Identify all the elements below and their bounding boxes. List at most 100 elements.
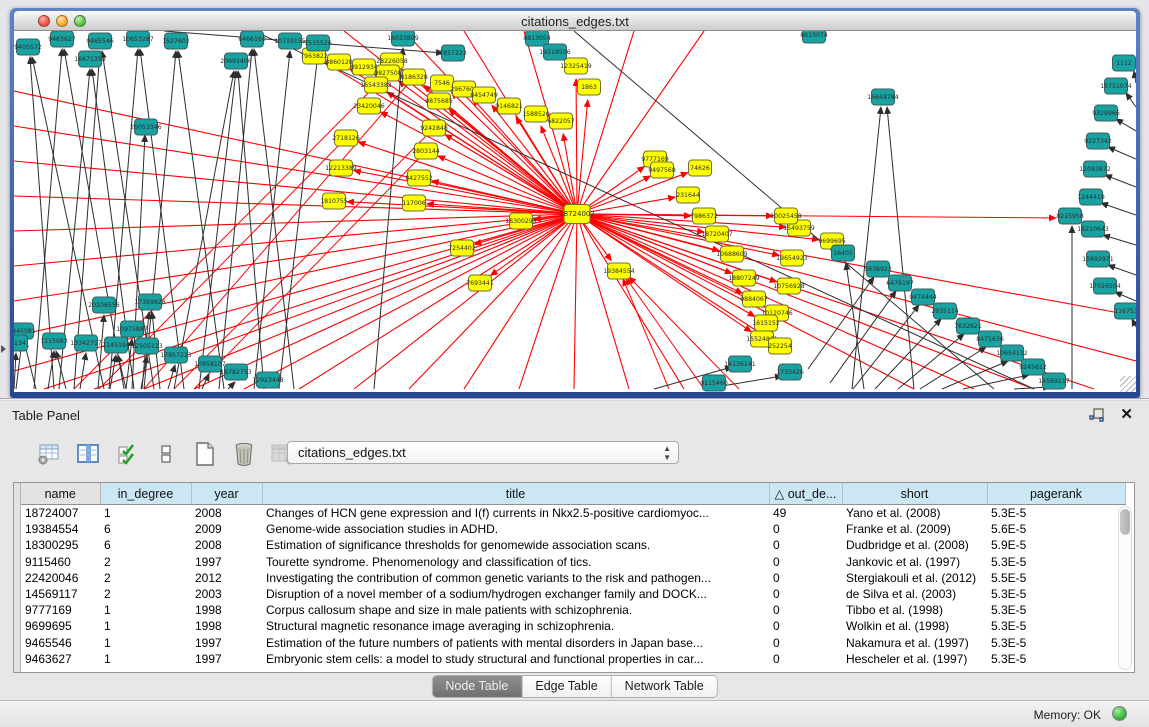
network-edge[interactable] — [1108, 147, 1136, 159]
cell-out_de[interactable]: 0 — [769, 651, 842, 667]
table-row[interactable]: 946554611997Estimation of the future num… — [21, 635, 1125, 651]
cell-pagerank[interactable]: 5.3E-5 — [987, 602, 1125, 618]
cell-name[interactable]: 9115460 — [21, 554, 100, 570]
network-edge[interactable] — [1101, 203, 1136, 215]
tab-edge-table[interactable]: Edge Table — [522, 676, 611, 697]
network-edge[interactable] — [202, 374, 209, 389]
cell-short[interactable]: Hescheler et al. (1997) — [842, 651, 987, 667]
cell-in_degree[interactable]: 6 — [100, 521, 191, 537]
table-row[interactable]: 1830029562008Estimation of significance … — [21, 537, 1125, 553]
column-header-pagerank[interactable]: pagerank — [987, 483, 1125, 505]
network-edge[interactable] — [14, 91, 577, 214]
network-edge[interactable] — [576, 79, 577, 214]
cell-year[interactable]: 1997 — [191, 635, 262, 651]
network-edge[interactable] — [228, 382, 235, 389]
cell-in_degree[interactable]: 2 — [100, 554, 191, 570]
cell-title[interactable]: Estimation of the future numbers of pati… — [262, 635, 769, 651]
cell-short[interactable]: Tibbo et al. (1998) — [842, 602, 987, 618]
cell-in_degree[interactable]: 1 — [100, 635, 191, 651]
network-edge[interactable] — [14, 214, 577, 336]
cell-name[interactable]: 18724007 — [21, 505, 100, 522]
cell-out_de[interactable]: 0 — [769, 602, 842, 618]
cell-name[interactable]: 14569117 — [21, 586, 100, 602]
cell-pagerank[interactable]: 5.9E-5 — [987, 537, 1125, 553]
cell-short[interactable]: Wolkin et al. (1998) — [842, 618, 987, 634]
cell-in_degree[interactable]: 1 — [100, 651, 191, 667]
table-row[interactable]: 946362711997Embryonic stem cells: a mode… — [21, 651, 1125, 667]
table-scrollbar[interactable] — [1118, 506, 1132, 670]
network-edge[interactable] — [626, 278, 704, 389]
cell-short[interactable]: Yano et al. (2008) — [842, 505, 987, 522]
cell-name[interactable]: 19384554 — [21, 521, 100, 537]
network-edge[interactable] — [1132, 319, 1136, 327]
panel-collapse-arrow-icon[interactable] — [1, 345, 6, 353]
cell-year[interactable]: 2009 — [191, 521, 262, 537]
cell-short[interactable]: Jankovic et al. (1997) — [842, 554, 987, 570]
cell-pagerank[interactable]: 5.3E-5 — [987, 651, 1125, 667]
cell-year[interactable]: 1998 — [191, 602, 262, 618]
cell-short[interactable]: Stergiakouli et al. (2012) — [842, 570, 987, 586]
tab-node-table[interactable]: Node Table — [432, 676, 522, 697]
network-edge[interactable] — [846, 263, 864, 389]
column-header-name[interactable]: name — [21, 483, 100, 505]
network-edge[interactable] — [1116, 119, 1136, 131]
network-edge[interactable] — [178, 51, 224, 389]
cell-short[interactable]: de Silva et al. (2003) — [842, 586, 987, 602]
cell-pagerank[interactable]: 5.3E-5 — [987, 554, 1125, 570]
cell-name[interactable]: 18300295 — [21, 537, 100, 553]
cell-name[interactable]: 9699695 — [21, 618, 100, 634]
cell-title[interactable]: Investigating the contribution of common… — [262, 570, 769, 586]
network-edge[interactable] — [1103, 235, 1136, 245]
network-edge[interactable] — [577, 214, 1056, 218]
network-edge[interactable] — [577, 214, 629, 389]
cell-year[interactable]: 2003 — [191, 586, 262, 602]
delete-icon[interactable] — [231, 441, 257, 467]
cell-year[interactable]: 1998 — [191, 618, 262, 634]
network-edge[interactable] — [409, 214, 577, 389]
network-edge[interactable] — [852, 107, 881, 389]
cell-pagerank[interactable]: 5.3E-5 — [987, 618, 1125, 634]
network-edge[interactable] — [577, 173, 688, 214]
network-edge[interactable] — [14, 214, 577, 301]
table-row[interactable]: 2242004622012Investigating the contribut… — [21, 570, 1125, 586]
network-edge[interactable] — [920, 347, 986, 389]
cell-in_degree[interactable]: 1 — [100, 505, 191, 522]
memory-status-icon[interactable] — [1112, 706, 1127, 721]
cell-title[interactable]: Disruption of a novel member of a sodium… — [262, 586, 769, 602]
cell-year[interactable]: 2012 — [191, 570, 262, 586]
network-edge[interactable] — [1134, 71, 1136, 83]
table-scrollbar-thumb[interactable] — [1120, 509, 1130, 535]
cell-in_degree[interactable]: 6 — [100, 537, 191, 553]
network-edge[interactable] — [1126, 93, 1136, 107]
cell-pagerank[interactable]: 5.3E-5 — [987, 505, 1125, 522]
cell-out_de[interactable]: 0 — [769, 586, 842, 602]
cell-name[interactable]: 22420046 — [21, 570, 100, 586]
network-edge[interactable] — [853, 305, 919, 389]
cell-pagerank[interactable]: 5.5E-5 — [987, 570, 1125, 586]
cell-title[interactable]: Embryonic stem cells: a model to study s… — [262, 651, 769, 667]
table-selector[interactable]: citations_edges.txt ▲▼ — [287, 441, 679, 464]
network-edge[interactable] — [98, 315, 104, 389]
cell-title[interactable]: Genome-wide association studies in ADHD. — [262, 521, 769, 537]
select-all-icon[interactable] — [114, 441, 140, 467]
table-row[interactable]: 977716911998Corpus callosum shape and si… — [21, 602, 1125, 618]
new-document-icon[interactable] — [192, 441, 218, 467]
cell-out_de[interactable]: 0 — [769, 570, 842, 586]
column-header-in-degree[interactable]: in_degree — [100, 483, 191, 505]
cell-short[interactable]: Franke et al. (2009) — [842, 521, 987, 537]
network-edge[interactable] — [830, 291, 896, 383]
network-edge[interactable] — [438, 156, 577, 214]
cell-pagerank[interactable]: 5.6E-5 — [987, 521, 1125, 537]
cell-title[interactable]: Tourette syndrome. Phenomenology and cla… — [262, 554, 769, 570]
network-edge[interactable] — [14, 214, 577, 231]
network-edge[interactable] — [574, 214, 577, 389]
cell-year[interactable]: 1997 — [191, 554, 262, 570]
cell-title[interactable]: Estimation of significance thresholds fo… — [262, 537, 769, 553]
cell-year[interactable]: 2008 — [191, 505, 262, 522]
network-window-titlebar[interactable]: citations_edges.txt — [14, 11, 1136, 31]
network-edge[interactable] — [1105, 175, 1136, 187]
cell-in_degree[interactable]: 2 — [100, 586, 191, 602]
tab-network-table[interactable]: Network Table — [612, 676, 717, 697]
network-edge[interactable] — [118, 355, 126, 389]
column-header-out-degree[interactable]: △ out_de... — [769, 483, 842, 505]
